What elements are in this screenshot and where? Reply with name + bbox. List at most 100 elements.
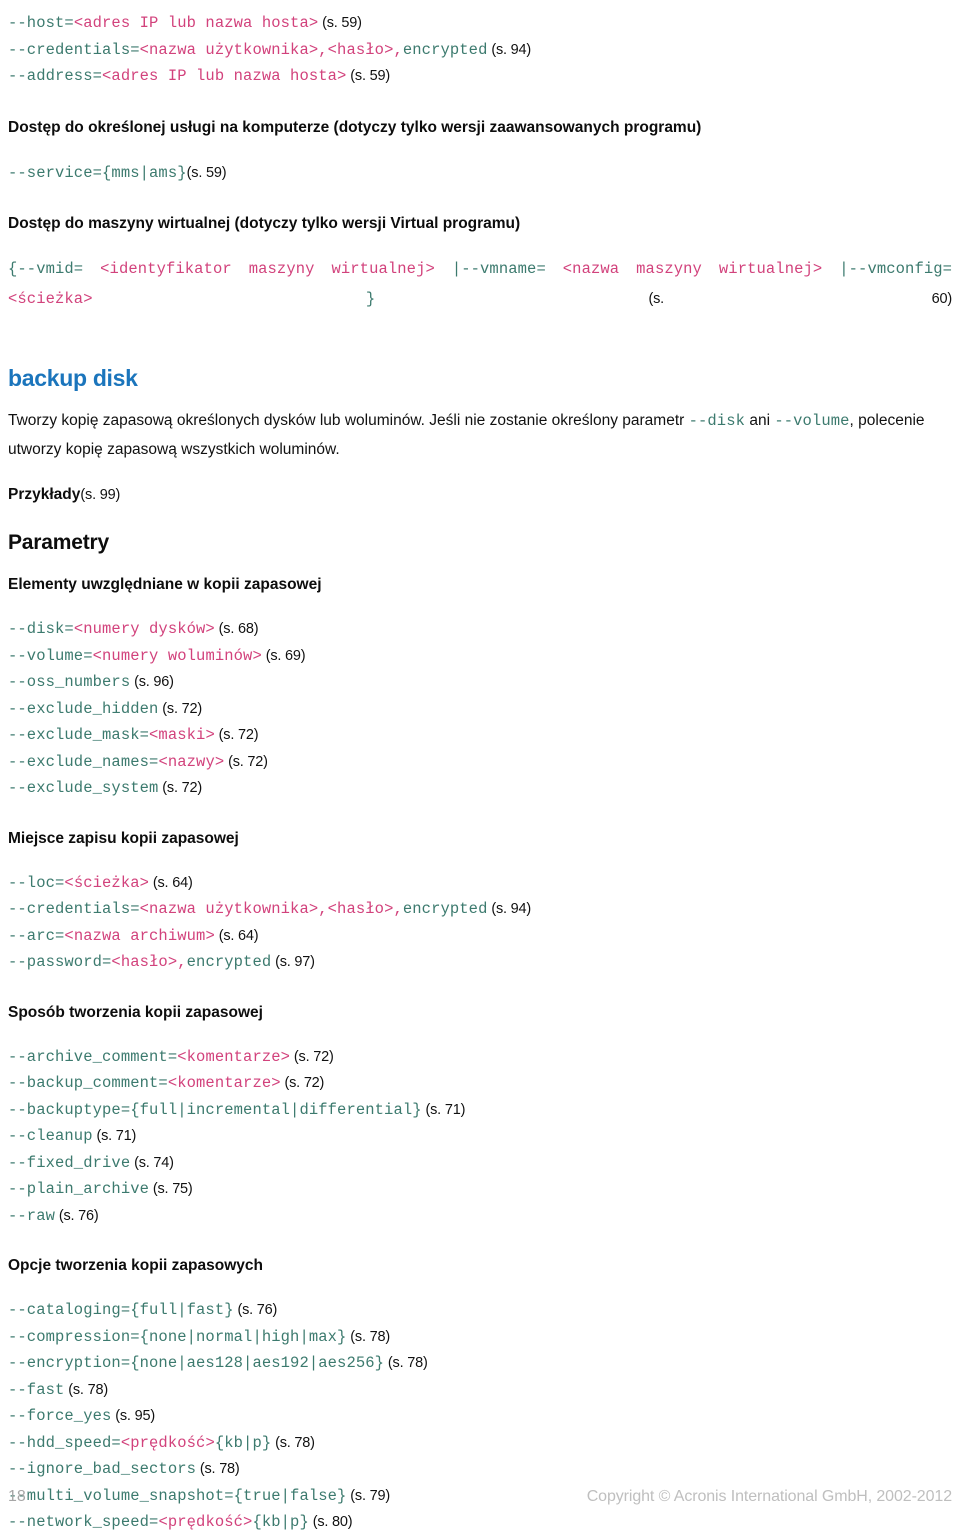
parameter-flag: --exclude_names=: [8, 752, 159, 771]
parameter-flag: --fast: [8, 1380, 65, 1399]
examples-label: Przykłady: [8, 486, 81, 503]
parameter-group-title: Sposób tworzenia kopii zapasowej: [8, 1003, 263, 1021]
parameter-line: --backup_comment=<komentarze> (s. 72): [8, 1070, 952, 1097]
parameter-line: --password=<hasło>,encrypted (s. 97): [8, 949, 952, 976]
parameter-page-ref: (s. 78): [196, 1461, 240, 1477]
parameter-placeholder: <ścieżka>: [64, 873, 150, 892]
footer-page-number: 18: [8, 1488, 26, 1505]
parameter-line: --disk=<numery dysków> (s. 68): [8, 616, 952, 643]
parameter-page-ref: (s. 96): [130, 674, 174, 690]
parameter-tail: encrypted: [402, 40, 488, 59]
parameter-flag: --force_yes: [8, 1407, 112, 1425]
parameter-flag: --archive_comment=: [8, 1047, 178, 1066]
parameter-flag: --credentials=: [8, 900, 140, 918]
parameter-flag: --backuptype={full|incremental|different…: [8, 1100, 422, 1119]
vm-token: |--vmconfig=: [839, 260, 953, 278]
parameter-page-ref: (s. 69): [261, 647, 306, 664]
command-title: backup disk: [8, 365, 138, 391]
service-section-heading: Dostęp do określonej usługi na komputerz…: [8, 118, 702, 136]
parameter-flag: --exclude_mask=: [8, 726, 150, 744]
parameter-flag: --address=: [8, 67, 103, 85]
parameter-placeholder: <maski>: [149, 726, 215, 744]
parameter-groups: Elementy uwzględniane w kopii zapasowej -…: [8, 572, 952, 1536]
parameter-flag: --compression={none|normal|high|max}: [8, 1327, 347, 1346]
page-content: --host=<adres IP lub nazwa hosta> (s. 59…: [8, 10, 952, 1536]
examples-ref: (s. 99): [80, 487, 121, 503]
parameter-flag: --exclude_hidden: [8, 699, 159, 718]
parameter-page-ref: (s. 78): [271, 1434, 315, 1451]
parameter-tail: encrypted: [402, 900, 488, 918]
parameter-page-ref: (s. 64): [214, 927, 259, 944]
parameter-line: --address=<adres IP lub nazwa hosta> (s.…: [8, 63, 952, 90]
vm-token: <ścieżka>: [8, 290, 93, 308]
parameter-placeholder: <prędkość>: [120, 1433, 215, 1452]
parameter-flag: --backup_comment=: [8, 1074, 168, 1092]
parameter-placeholder: <numery dysków>: [73, 620, 215, 638]
description-code-volume: --volume: [774, 412, 850, 430]
parameter-line: --fast (s. 78): [8, 1377, 952, 1404]
parameter-line: --cleanup (s. 71): [8, 1123, 952, 1150]
parameter-line: --ignore_bad_sectors (s. 78): [8, 1456, 952, 1483]
parameter-page-ref: (s. 94): [487, 41, 532, 58]
parameter-page-ref: (s. 74): [130, 1154, 174, 1171]
top-parameter-list: --host=<adres IP lub nazwa hosta> (s. 59…: [8, 10, 952, 90]
parameter-page-ref: (s. 72): [158, 780, 202, 796]
vm-section-heading: Dostęp do maszyny wirtualnej (dotyczy ty…: [8, 215, 521, 232]
service-param-value: {mms|ams}: [102, 163, 187, 182]
parameter-flag: --volume=: [8, 646, 93, 665]
parameter-flag: --ignore_bad_sectors: [8, 1460, 197, 1478]
parameter-page-ref: (s. 76): [55, 1207, 99, 1224]
parameter-page-ref: (s. 75): [149, 1181, 193, 1197]
vm-token: wirtualnej>: [331, 260, 435, 278]
parameter-tail: {kb|p}: [252, 1513, 309, 1531]
group-title-spacer: [8, 852, 952, 870]
parameter-page-ref: (s. 95): [111, 1408, 155, 1424]
parameter-line: --credentials=<nazwa użytkownika>,<hasło…: [8, 896, 952, 923]
parameter-placeholder: <nazwa użytkownika>,<hasło>,: [139, 40, 403, 59]
parameter-list: --archive_comment=<komentarze> (s. 72) --…: [8, 1044, 952, 1230]
parameter-list: --disk=<numery dysków> (s. 68) --volume= <…: [8, 616, 952, 802]
group-title-spacer: [8, 1026, 952, 1044]
parameter-flag: --exclude_system: [8, 779, 159, 797]
parameter-page-ref: (s. 76): [233, 1302, 278, 1318]
parameter-placeholder: <nazwa archiwum>: [64, 926, 215, 945]
parameter-flag: --network_speed=: [8, 1513, 159, 1531]
page-footer: 18 Copyright © Acronis International Gmb…: [8, 1484, 952, 1510]
parameter-line: --loc=<ścieżka> (s. 64): [8, 870, 952, 897]
parameter-page-ref: (s. 72): [214, 727, 259, 743]
parameter-flag: --disk=: [8, 620, 74, 638]
parameter-page-ref: (s. 78): [64, 1381, 108, 1398]
parameter-page-ref: (s. 97): [271, 954, 315, 970]
parameter-line: --hdd_speed=<prędkość>{kb|p} (s. 78): [8, 1430, 952, 1457]
service-param-ref: (s. 59): [186, 164, 227, 181]
footer-copyright: Copyright © Acronis International GmbH, …: [586, 1488, 952, 1505]
service-param-flag: --service=: [8, 163, 103, 182]
parameter-group-title: Miejsce zapisu kopii zapasowej: [8, 829, 239, 847]
parameter-line: --compression={none|normal|high|max} (s.…: [8, 1324, 952, 1351]
vm-token: <nazwa: [562, 260, 620, 278]
parameter-flag: --cleanup: [8, 1127, 93, 1145]
vm-token: {--vmid=: [8, 260, 84, 278]
parameter-placeholder: <prędkość>: [158, 1513, 253, 1531]
parameter-flag: --cataloging={full|fast}: [8, 1301, 234, 1319]
parameter-line: --exclude_hidden (s. 72): [8, 696, 952, 723]
parameter-flag: --raw: [8, 1206, 56, 1225]
parameter-page-ref: (s. 71): [92, 1128, 137, 1144]
parameter-placeholder: <komentarze>: [167, 1074, 281, 1092]
parameter-flag: --hdd_speed=: [8, 1433, 121, 1452]
parameter-page-ref: (s. 80): [308, 1514, 353, 1530]
parameter-line: --plain_archive (s. 75): [8, 1176, 952, 1203]
parameter-page-ref: (s. 72): [158, 700, 202, 717]
parameter-flag: --plain_archive: [8, 1180, 150, 1198]
parameter-line: --arc=<nazwa archiwum> (s. 64): [8, 923, 952, 950]
parameter-line: --fixed_drive (s. 74): [8, 1150, 952, 1177]
parameter-page-ref: (s. 59): [318, 15, 362, 31]
vm-token: wirtualnej>: [718, 260, 823, 278]
parameter-line: --exclude_names=<nazwy> (s. 72): [8, 749, 952, 776]
vm-token: maszyny: [248, 260, 315, 278]
description-code-disk: --disk: [688, 412, 746, 430]
parameter-flag: --arc=: [8, 926, 65, 945]
parameter-placeholder: <adres IP lub nazwa hosta>: [102, 67, 347, 85]
parameter-flag: --credentials=: [8, 40, 140, 59]
